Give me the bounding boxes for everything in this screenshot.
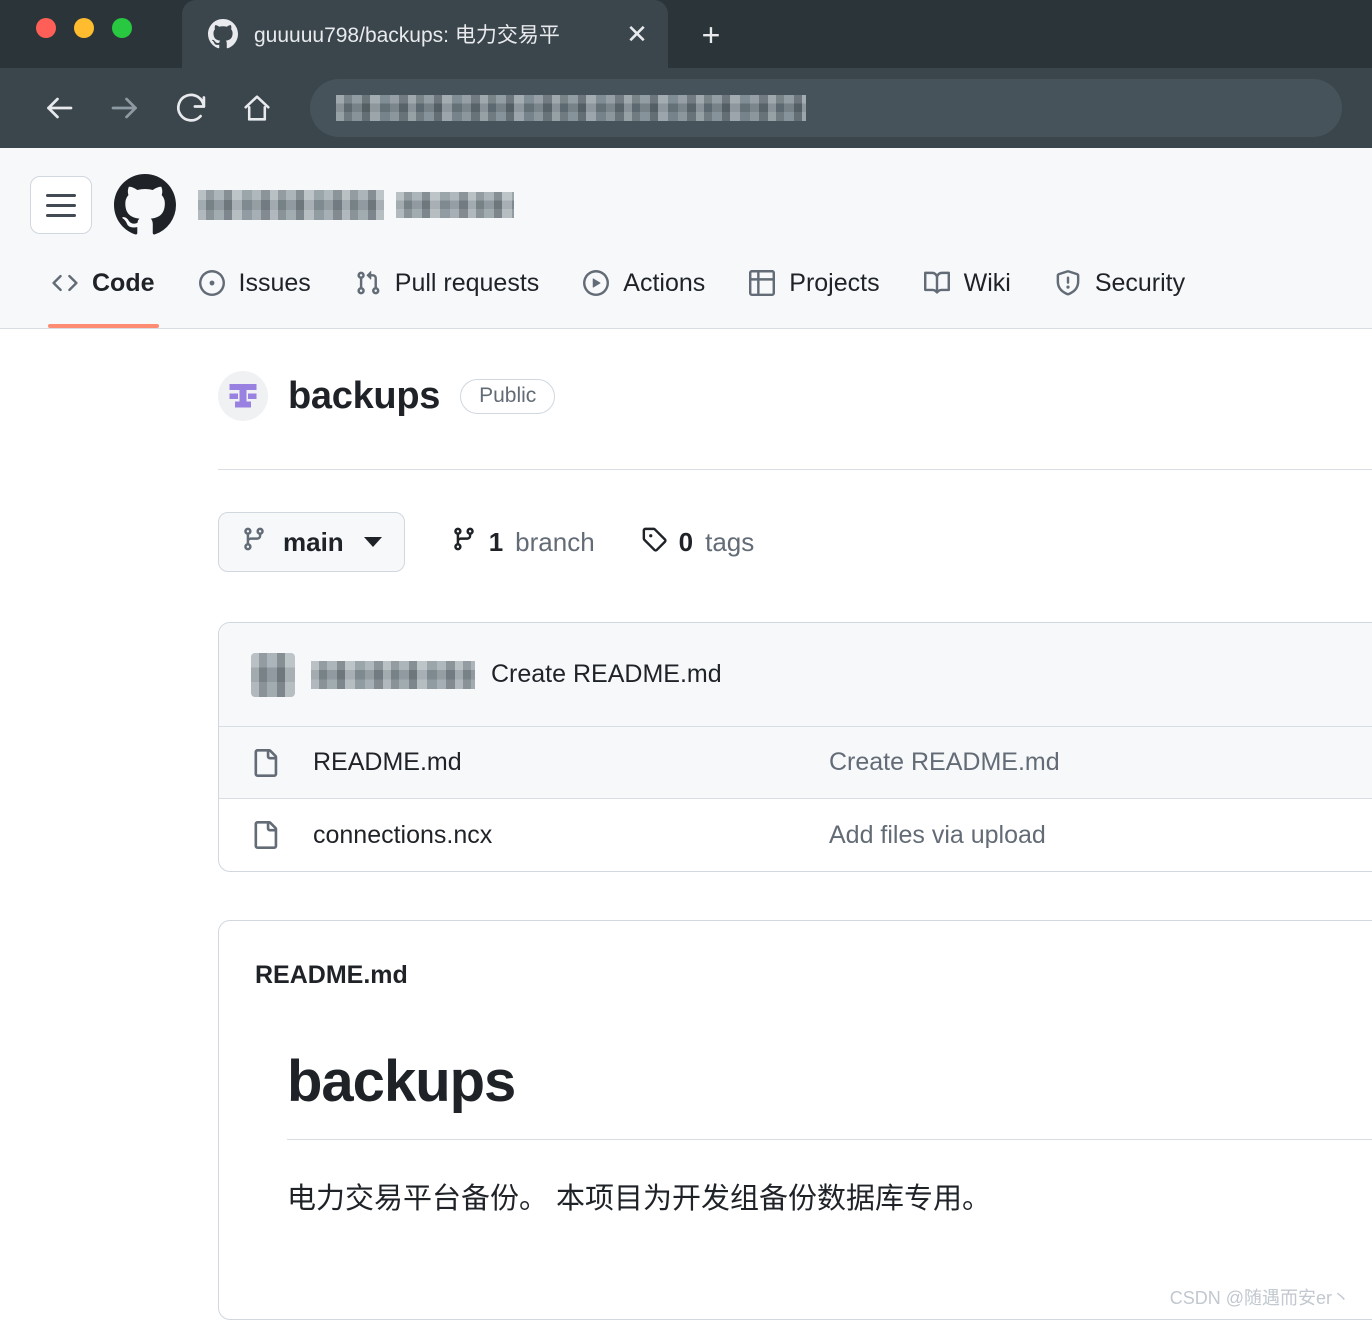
repo-nav-tabs: Code Issues Pull requests Actions Projec… xyxy=(0,258,1372,328)
branches-count[interactable]: 1 branch xyxy=(451,526,595,559)
book-icon xyxy=(923,270,950,296)
file-icon xyxy=(251,748,285,777)
branches-count-value: 1 xyxy=(488,526,504,557)
tab-code-label: Code xyxy=(92,268,155,297)
tag-icon xyxy=(641,526,667,559)
file-table: Create README.md README.md Create README… xyxy=(218,622,1372,872)
page-title: backups xyxy=(288,374,441,417)
tab-projects[interactable]: Projects xyxy=(727,258,901,328)
code-icon xyxy=(52,270,78,296)
arrow-right-icon[interactable] xyxy=(96,79,154,137)
readme-content: backups 电力交易平台备份。 本项目为开发组备份数据库专用。 xyxy=(255,990,1372,1222)
tab-pull-requests[interactable]: Pull requests xyxy=(333,258,562,328)
github-mark-icon xyxy=(208,19,238,49)
breadcrumb-owner-redacted[interactable] xyxy=(198,190,384,220)
tab-issues[interactable]: Issues xyxy=(177,258,333,328)
browser-toolbar xyxy=(0,68,1372,148)
repo-avatar-icon xyxy=(218,371,268,421)
arrow-left-icon[interactable] xyxy=(30,79,88,137)
tab-actions[interactable]: Actions xyxy=(561,258,727,328)
watermark: CSDN @随遇而安er丶 xyxy=(1169,1288,1350,1308)
readme-filename: README.md xyxy=(255,961,408,989)
tab-wiki-label: Wiki xyxy=(963,268,1011,297)
readme-paragraph: 电力交易平台备份。 本项目为开发组备份数据库专用。 xyxy=(287,1183,992,1215)
table-icon xyxy=(749,270,776,296)
git-pull-request-icon xyxy=(355,270,381,296)
close-icon[interactable]: ✕ xyxy=(620,17,654,51)
tags-count-label: tags xyxy=(705,526,755,557)
status-badge: Public xyxy=(460,378,556,414)
chevron-down-icon xyxy=(363,537,382,547)
branches-count-label: branch xyxy=(515,526,595,557)
breadcrumb-repo-redacted[interactable] xyxy=(396,192,514,218)
window-traffic-lights xyxy=(36,18,132,38)
browser-chrome: guuuuu798/backups: 电力交易平 ✕ + xyxy=(0,0,1372,148)
tab-code[interactable]: Code xyxy=(30,258,177,328)
tab-actions-label: Actions xyxy=(623,268,706,297)
file-icon xyxy=(251,821,285,849)
breadcrumb[interactable] xyxy=(198,190,514,220)
minimize-window-button[interactable] xyxy=(74,18,94,38)
tab-security[interactable]: Security xyxy=(1033,258,1207,328)
git-branch-icon xyxy=(451,526,477,559)
tags-count[interactable]: 0 tags xyxy=(641,526,755,559)
readme-heading: backups xyxy=(287,1048,1372,1140)
file-name-link[interactable]: connections.ncx xyxy=(313,821,829,850)
github-mark-icon[interactable] xyxy=(114,174,176,236)
reload-icon[interactable] xyxy=(162,79,220,137)
latest-commit-row: Create README.md xyxy=(219,623,1372,727)
play-icon xyxy=(583,270,610,296)
table-row[interactable]: connections.ncx Add files via upload xyxy=(219,799,1372,871)
repo-title-row: backups Public xyxy=(0,329,1372,421)
file-commit-message[interactable]: Create README.md xyxy=(829,748,1060,777)
commit-author-redacted[interactable] xyxy=(311,660,475,689)
hamburger-icon[interactable] xyxy=(30,176,92,234)
tab-wiki[interactable]: Wiki xyxy=(902,258,1033,328)
branch-name-label: main xyxy=(283,526,344,557)
tab-strip: guuuuu798/backups: 电力交易平 ✕ + xyxy=(0,0,1372,68)
tab-pull-requests-label: Pull requests xyxy=(394,268,540,297)
url-redacted-text xyxy=(336,95,806,121)
tab-projects-label: Projects xyxy=(789,268,880,297)
git-branch-icon xyxy=(241,526,267,559)
tab-issues-label: Issues xyxy=(238,268,311,297)
github-page: Code Issues Pull requests Actions Projec… xyxy=(0,148,1372,1324)
maximize-window-button[interactable] xyxy=(112,18,132,38)
file-name-link[interactable]: README.md xyxy=(313,748,829,777)
browser-tab-active[interactable]: guuuuu798/backups: 电力交易平 ✕ xyxy=(182,0,668,68)
branch-bar: main 1 branch 0 tags xyxy=(0,470,1372,572)
issue-opened-icon xyxy=(198,270,225,296)
repo-header: Code Issues Pull requests Actions Projec… xyxy=(0,148,1372,329)
url-input[interactable] xyxy=(310,79,1342,137)
close-window-button[interactable] xyxy=(36,18,56,38)
tab-security-label: Security xyxy=(1094,268,1186,297)
plus-icon[interactable]: + xyxy=(682,6,740,64)
avatar[interactable] xyxy=(251,652,295,697)
shield-icon xyxy=(1055,270,1081,296)
tags-count-value: 0 xyxy=(678,526,694,557)
browser-tab-title: guuuuu798/backups: 电力交易平 xyxy=(254,24,560,47)
readme-card: README.md backups 电力交易平台备份。 本项目为开发组备份数据库… xyxy=(218,920,1372,1320)
table-row[interactable]: README.md Create README.md xyxy=(219,727,1372,799)
latest-commit-message[interactable]: Create README.md xyxy=(491,660,722,689)
home-icon[interactable] xyxy=(228,79,286,137)
file-commit-message[interactable]: Add files via upload xyxy=(829,821,1046,850)
branch-selector-button[interactable]: main xyxy=(218,512,405,572)
